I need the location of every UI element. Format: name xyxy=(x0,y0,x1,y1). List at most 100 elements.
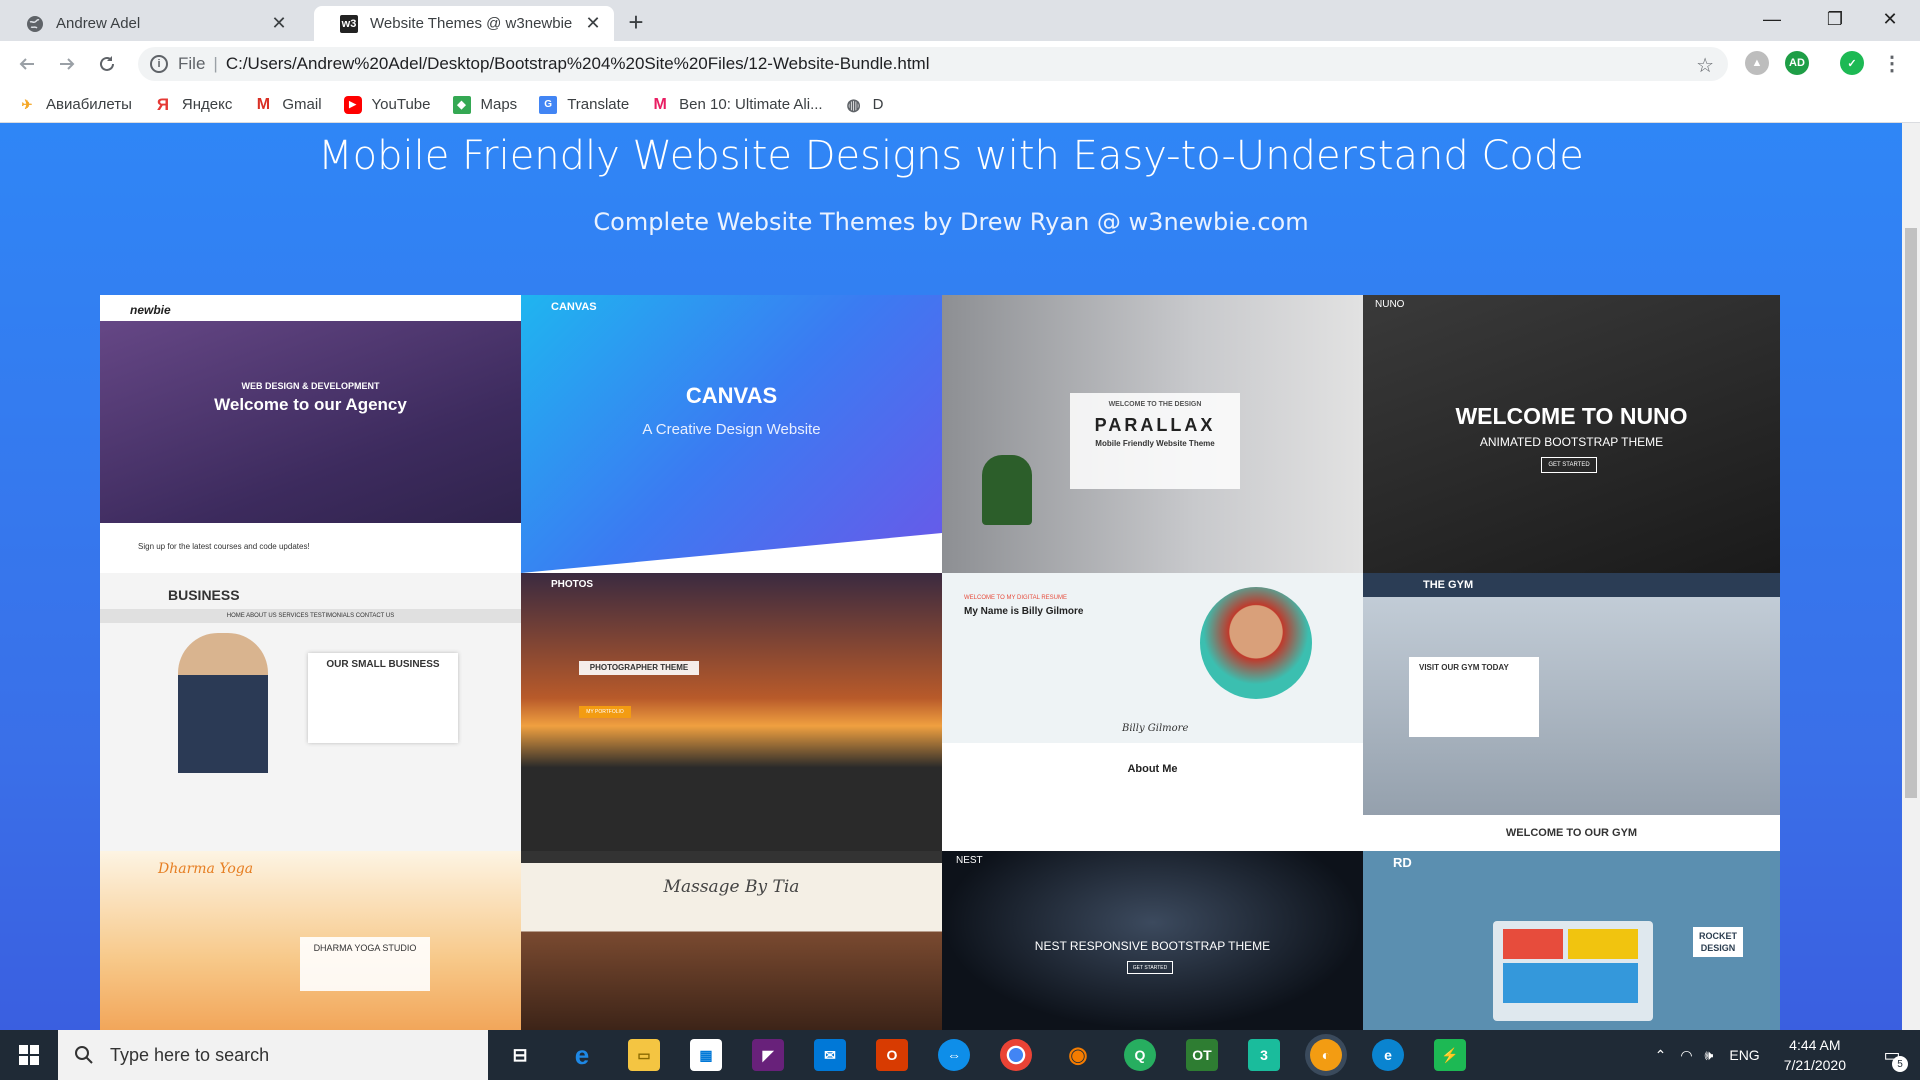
bookmark-gmail[interactable]: M Gmail xyxy=(254,95,322,114)
theme-heading: WELCOME TO NUNO xyxy=(1455,403,1688,429)
extension-icon[interactable]: ▲ xyxy=(1745,51,1769,75)
store-icon[interactable]: ▦ xyxy=(690,1039,722,1071)
theme-brand: PHOTOS xyxy=(551,579,594,590)
chevron-up-icon[interactable]: ⌃ xyxy=(1655,1047,1667,1064)
shield-check-icon[interactable]: ✓ xyxy=(1840,51,1864,75)
bookmark-label: Яндекс xyxy=(181,96,233,113)
tab-andrew-adel[interactable]: Andrew Adel ✕ xyxy=(0,6,300,41)
theme-card-rocket[interactable]: RD ROCKET DESIGN xyxy=(1363,851,1780,1030)
new-tab-button[interactable]: + xyxy=(622,7,650,37)
theme-button: GET STARTED xyxy=(1541,457,1597,473)
three-app-icon[interactable]: 3 xyxy=(1248,1039,1280,1071)
game-icon: M xyxy=(653,95,667,113)
clock-time: 4:44 AM xyxy=(1789,1037,1841,1053)
search-app-icon[interactable]: Q xyxy=(1124,1039,1156,1071)
forward-button[interactable] xyxy=(53,50,81,78)
shield-app-icon[interactable]: ⚡ xyxy=(1434,1039,1466,1071)
theme-heading: PARALLAX xyxy=(1094,415,1216,435)
tab-title: Andrew Adel xyxy=(56,15,141,32)
bookmark-label: Translate xyxy=(567,96,630,113)
theme-heading: Welcome to our Agency xyxy=(214,395,407,414)
profile-avatar[interactable]: AD xyxy=(1785,51,1809,75)
theme-brand: NUNO xyxy=(1375,299,1405,310)
notification-count-badge: 5 xyxy=(1892,1056,1908,1072)
theme-signature: Billy Gilmore xyxy=(1122,723,1189,734)
file-explorer-icon[interactable]: ▭ xyxy=(628,1039,660,1071)
wifi-icon[interactable]: ◠ xyxy=(1680,1047,1692,1064)
bookmark-d[interactable]: ◍ D xyxy=(845,96,884,114)
theme-heading: PHOTOGRAPHER THEME xyxy=(579,661,699,675)
volume-icon[interactable]: 🕪 xyxy=(1705,1047,1714,1064)
info-icon[interactable]: i xyxy=(150,55,168,73)
yandex-icon: Я xyxy=(156,94,170,114)
theme-card-nest[interactable]: NEST NEST RESPONSIVE BOOTSTRAP THEME GET… xyxy=(942,851,1363,1030)
theme-card-nuno[interactable]: NUNO WELCOME TO NUNO ANIMATED BOOTSTRAP … xyxy=(1363,295,1780,573)
close-window-button[interactable]: ✕ xyxy=(1858,0,1920,38)
theme-heading: ROCKET DESIGN xyxy=(1693,927,1743,957)
page-scrollbar[interactable] xyxy=(1902,123,1920,1030)
scrollbar-thumb[interactable] xyxy=(1905,228,1917,798)
teamviewer-icon[interactable]: ⇔ xyxy=(938,1039,970,1071)
mail-icon[interactable]: ✉ xyxy=(814,1039,846,1071)
browser-app-icon[interactable]: ◐ xyxy=(1310,1039,1342,1071)
back-button[interactable] xyxy=(13,50,41,78)
windows-taskbar: Type here to search ⊟ e ▭ ▦ ◤ ✉ O ⇔ ◉ Q … xyxy=(0,1030,1920,1080)
w3newbie-icon: w3 xyxy=(340,14,358,33)
reload-button[interactable] xyxy=(93,50,121,78)
office-icon[interactable]: O xyxy=(876,1039,908,1071)
language-indicator[interactable]: ENG xyxy=(1729,1047,1759,1063)
theme-heading: DHARMA YOGA STUDIO xyxy=(313,943,417,953)
gmail-icon: M xyxy=(256,95,271,113)
bookmark-label: Maps xyxy=(480,96,518,113)
theme-brand: BUSINESS xyxy=(168,587,240,603)
bookmark-youtube[interactable]: ▶ YouTube xyxy=(343,95,431,114)
bookmark-maps[interactable]: ◆ Maps xyxy=(452,95,518,114)
menu-icon[interactable]: ⋮ xyxy=(1880,51,1904,75)
clock[interactable]: 4:44 AM 7/21/2020 xyxy=(1784,1035,1846,1075)
chrome-icon[interactable] xyxy=(1000,1039,1032,1071)
address-bar[interactable]: i File | C:/Users/Andrew%20Adel/Desktop/… xyxy=(138,47,1728,81)
theme-card-gym[interactable]: THE GYM VISIT OUR GYM TODAY WELCOME TO O… xyxy=(1363,573,1780,851)
search-icon xyxy=(75,1046,93,1064)
bookmark-label: Gmail xyxy=(282,96,322,113)
theme-card-business[interactable]: BUSINESS HOME ABOUT US SERVICES TESTIMON… xyxy=(100,573,521,851)
theme-card-canvas[interactable]: CANVAS CANVAS A Creative Design Website xyxy=(521,295,942,573)
theme-card-resume[interactable]: WELCOME TO MY DIGITAL RESUME My Name is … xyxy=(942,573,1363,851)
edge-icon[interactable]: e xyxy=(1372,1039,1404,1071)
bookmark-aviabilety[interactable]: ✈ Авиабилеты xyxy=(18,96,132,114)
theme-card-agency[interactable]: newbie WEB DESIGN & DEVELOPMENT Welcome … xyxy=(100,295,521,573)
taskbar-search[interactable]: Type here to search xyxy=(58,1030,488,1080)
blender-icon[interactable]: ◉ xyxy=(1062,1039,1094,1071)
task-view-icon[interactable]: ⊟ xyxy=(504,1039,536,1071)
notification-center-button[interactable]: ▭ 5 xyxy=(1872,1030,1912,1080)
tab-strip: Andrew Adel ✕ w3 Website Themes @ w3newb… xyxy=(0,0,1920,41)
tab-website-themes[interactable]: w3 Website Themes @ w3newbie ✕ xyxy=(314,6,614,41)
visual-studio-icon[interactable]: ◤ xyxy=(752,1039,784,1071)
maps-icon: ◆ xyxy=(452,95,471,114)
bookmark-star-icon[interactable]: ☆ xyxy=(1696,53,1714,78)
arrow-right-icon xyxy=(60,58,75,70)
bookmark-yandex[interactable]: Я Яндекс xyxy=(154,94,233,114)
theme-brand: RD xyxy=(1393,855,1412,870)
theme-card-massage[interactable]: Massage By Tia xyxy=(521,851,942,1030)
ot-app-icon[interactable]: OT xyxy=(1186,1039,1218,1071)
theme-kicker: WELCOME TO THE DESIGN xyxy=(1108,401,1202,408)
scheme-label: File xyxy=(178,54,206,73)
bookmark-translate[interactable]: G Translate xyxy=(539,95,630,114)
theme-card-dharma-yoga[interactable]: Dharma Yoga DHARMA YOGA STUDIO xyxy=(100,851,521,1030)
translate-icon: G xyxy=(539,95,558,114)
theme-card-photos[interactable]: PHOTOS PHOTOGRAPHER THEME MY PORTFOLIO xyxy=(521,573,942,851)
reload-icon xyxy=(100,56,114,71)
start-button[interactable] xyxy=(0,1030,58,1080)
theme-nav: HOME ABOUT US SERVICES TESTIMONIALS CONT… xyxy=(100,609,521,623)
theme-card-parallax[interactable]: WELCOME TO THE DESIGN PARALLAX Mobile Fr… xyxy=(942,295,1363,573)
close-tab-icon[interactable]: ✕ xyxy=(270,13,288,33)
bookmark-label: Ben 10: Ultimate Ali... xyxy=(679,96,823,113)
page-subtitle: Complete Website Themes by Drew Ryan @ w… xyxy=(593,208,1309,236)
minimize-button[interactable]: — xyxy=(1740,0,1804,38)
internet-explorer-icon[interactable]: e xyxy=(566,1039,598,1071)
bookmark-ben10[interactable]: M Ben 10: Ultimate Ali... xyxy=(651,95,823,114)
theme-button: MY PORTFOLIO xyxy=(579,706,631,718)
close-tab-icon[interactable]: ✕ xyxy=(584,13,602,33)
theme-heading: NEST RESPONSIVE BOOTSTRAP THEME xyxy=(1034,939,1271,953)
